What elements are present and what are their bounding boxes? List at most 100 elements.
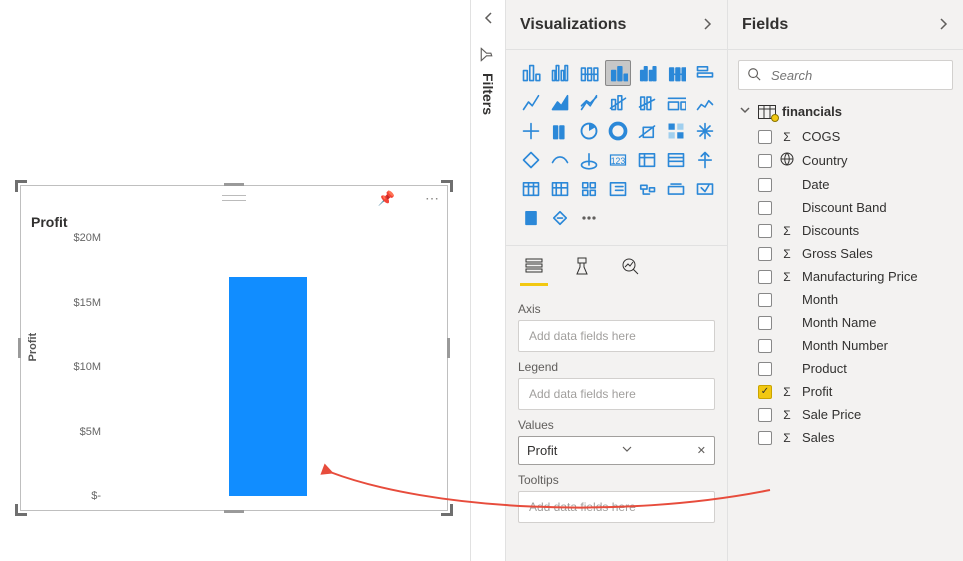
viz-type-7[interactable] [518,89,544,115]
field-checkbox[interactable] [758,130,772,144]
viz-type-37[interactable] [576,205,602,231]
viz-type-35[interactable] [518,205,544,231]
viz-type-21[interactable] [518,147,544,173]
field-checkbox[interactable] [758,293,772,307]
viz-type-13[interactable] [692,89,718,115]
drag-handle-icon[interactable] [222,195,246,201]
field-checkbox[interactable] [758,270,772,284]
ytick: $10M [55,361,101,373]
field-checkbox[interactable] [758,154,772,168]
field-checkbox[interactable] [758,247,772,261]
viz-type-0[interactable] [518,60,544,86]
filters-pane-collapsed[interactable]: Filters [470,0,506,561]
viz-type-16[interactable] [576,118,602,144]
field-row-manufacturing-price[interactable]: ΣManufacturing Price [728,265,963,288]
viz-type-12[interactable] [663,89,689,115]
fields-pane: Fields financials ΣCOGSCountry Date Disc… [728,0,963,561]
viz-type-4[interactable] [634,60,660,86]
collapse-fields-chevron-icon[interactable] [937,17,949,33]
field-checkbox[interactable] [758,339,772,353]
viz-type-9[interactable] [576,89,602,115]
legend-well[interactable]: Add data fields here [518,378,715,410]
viz-type-1[interactable] [547,60,573,86]
field-row-product[interactable]: Product [728,357,963,380]
chip-remove-icon[interactable]: ✕ [697,444,706,457]
axis-well[interactable]: Add data fields here [518,320,715,352]
tooltips-well[interactable]: Add data fields here [518,491,715,523]
field-checkbox[interactable] [758,316,772,330]
format-tab-icon[interactable] [566,250,598,282]
field-checkbox[interactable] [758,408,772,422]
field-row-profit[interactable]: ✓ΣProfit [728,380,963,403]
fields-tab-icon[interactable] [518,250,550,282]
viz-type-23[interactable] [576,147,602,173]
globe-icon [780,152,794,169]
field-checkbox[interactable] [758,362,772,376]
report-canvas[interactable]: 📌 ⋯ Profit Profit $-$5M$10M$15M$20M [0,0,470,561]
resize-handle-bottom[interactable] [224,510,244,513]
expand-filters-chevron-icon[interactable] [471,0,507,36]
sigma-icon: Σ [780,408,794,422]
field-row-discount-band[interactable]: Discount Band [728,196,963,219]
viz-type-22[interactable] [547,147,573,173]
fields-search-input[interactable] [769,67,951,84]
viz-type-20[interactable] [692,118,718,144]
viz-type-27[interactable] [692,147,718,173]
viz-type-2[interactable] [576,60,602,86]
field-checkbox[interactable] [758,431,772,445]
more-options-icon[interactable]: ⋯ [425,190,439,207]
viz-type-11[interactable] [634,89,660,115]
viz-type-29[interactable] [547,176,573,202]
chart-visual-container[interactable]: 📌 ⋯ Profit Profit $-$5M$10M$15M$20M [20,185,448,511]
resize-handle-right[interactable] [447,338,450,358]
viz-type-3[interactable] [605,60,631,86]
collapse-visualizations-chevron-icon[interactable] [701,17,713,33]
analytics-tab-icon[interactable] [614,250,646,282]
table-header-row[interactable]: financials [728,100,963,123]
viz-type-25[interactable] [634,147,660,173]
field-row-month[interactable]: Month [728,288,963,311]
viz-type-10[interactable] [605,89,631,115]
field-checkbox[interactable] [758,178,772,192]
chip-dropdown-icon[interactable] [622,444,632,457]
field-row-date[interactable]: Date [728,173,963,196]
resize-handle-bl[interactable] [15,504,27,516]
field-row-month-number[interactable]: Month Number [728,334,963,357]
viz-type-30[interactable] [576,176,602,202]
viz-type-14[interactable] [518,118,544,144]
viz-type-6[interactable] [692,60,718,86]
field-row-cogs[interactable]: ΣCOGS [728,125,963,148]
field-row-gross-sales[interactable]: ΣGross Sales [728,242,963,265]
sigma-icon: Σ [780,247,794,261]
field-checkbox[interactable] [758,201,772,215]
viz-type-17[interactable] [605,118,631,144]
viz-type-18[interactable] [634,118,660,144]
field-checkbox[interactable]: ✓ [758,385,772,399]
field-checkbox[interactable] [758,224,772,238]
field-row-discounts[interactable]: ΣDiscounts [728,219,963,242]
resize-handle-left[interactable] [18,338,21,358]
table-collapse-chevron-icon[interactable] [740,105,752,118]
values-well-chip[interactable]: Profit ✕ [518,436,715,465]
viz-type-19[interactable] [663,118,689,144]
viz-type-36[interactable] [547,205,573,231]
viz-type-26[interactable] [663,147,689,173]
pin-icon[interactable]: 📌 [378,190,395,207]
viz-type-28[interactable] [518,176,544,202]
field-row-sale-price[interactable]: ΣSale Price [728,403,963,426]
visualization-gallery: 123 [506,50,727,241]
viz-type-34[interactable] [692,176,718,202]
field-name: Sales [802,430,951,445]
fields-header: Fields [728,0,963,50]
viz-type-8[interactable] [547,89,573,115]
viz-type-33[interactable] [663,176,689,202]
viz-type-24[interactable]: 123 [605,147,631,173]
viz-type-5[interactable] [663,60,689,86]
field-row-sales[interactable]: ΣSales [728,426,963,449]
viz-type-15[interactable] [547,118,573,144]
field-row-country[interactable]: Country [728,148,963,173]
field-row-month-name[interactable]: Month Name [728,311,963,334]
fields-search[interactable] [738,60,953,90]
viz-type-32[interactable] [634,176,660,202]
viz-type-31[interactable] [605,176,631,202]
